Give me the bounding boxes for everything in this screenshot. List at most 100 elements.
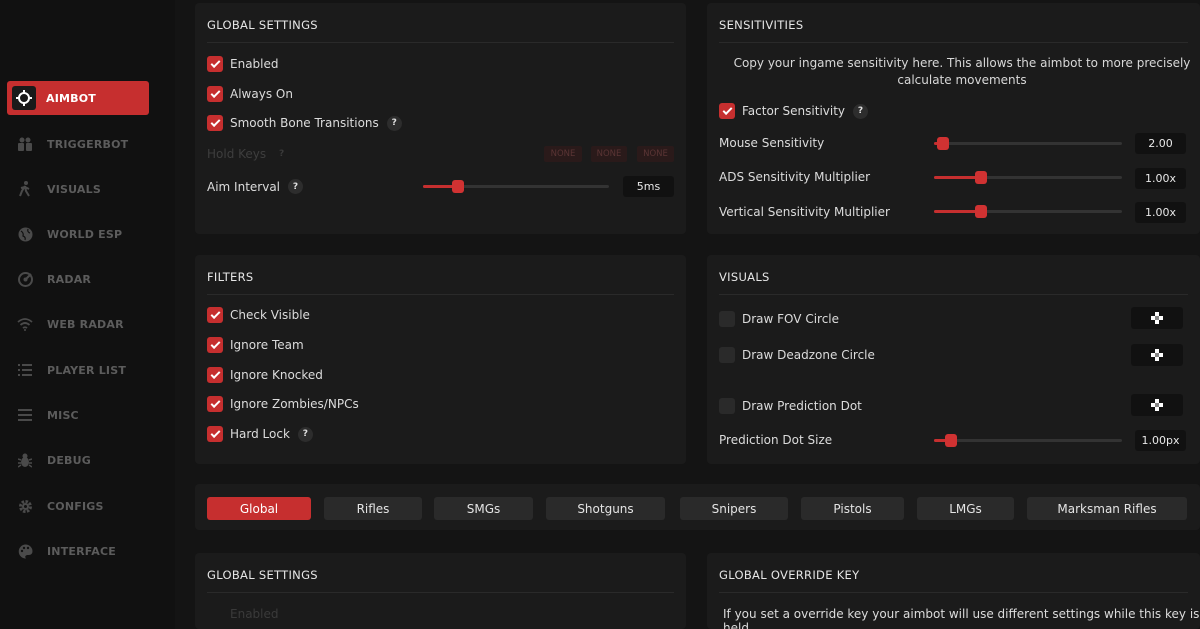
draw-prediction-checkbox[interactable] (719, 398, 735, 414)
factor-sensitivity-checkbox[interactable] (719, 103, 735, 119)
aim-interval-slider[interactable] (423, 180, 609, 193)
draw-deadzone-checkbox[interactable] (719, 347, 735, 363)
radar-icon (15, 269, 35, 289)
sidebar-item-misc[interactable]: MISC (7, 398, 149, 432)
filter-label: Ignore Team (230, 338, 304, 352)
smooth-bone-label: Smooth Bone Transitions (230, 116, 379, 130)
sidebar-item-label: INTERFACE (47, 544, 116, 558)
ignore-team-checkbox[interactable] (207, 337, 223, 353)
slider-knob[interactable] (975, 205, 987, 218)
sidebar-item-world-esp[interactable]: WORLD ESP (7, 217, 149, 251)
list-icon (15, 360, 35, 380)
override-key-panel: GLOBAL OVERRIDE KEY If you set a overrid… (707, 553, 1200, 629)
sidebar-item-configs[interactable]: CONFIGS (7, 489, 149, 523)
tab-smgs[interactable]: SMGs (434, 497, 533, 520)
prediction-color-button[interactable] (1131, 394, 1183, 416)
help-icon[interactable]: ? (386, 115, 402, 131)
crosshair-icon (12, 86, 36, 110)
ads-sensitivity-label: ADS Sensitivity Multiplier (719, 170, 871, 184)
slider-knob[interactable] (945, 434, 957, 447)
slider-knob[interactable] (937, 137, 949, 150)
checkmark-icon (210, 338, 220, 349)
dot-size-slider[interactable] (934, 434, 1122, 447)
slider-fill (934, 210, 981, 213)
sidebar-item-label: VISUALS (47, 182, 101, 196)
override-description: If you set a override key your aimbot wi… (723, 607, 1200, 629)
ads-sensitivity-value[interactable]: 1.00x (1135, 168, 1186, 189)
checkmark-icon (210, 87, 220, 98)
always-on-label: Always On (230, 87, 293, 101)
vertical-sensitivity-slider[interactable] (934, 205, 1122, 218)
weapon-tabs: Global Rifles SMGs Shotguns Snipers Pist… (195, 484, 1200, 530)
global-settings-panel: GLOBAL SETTINGS Enabled Always On Smooth… (195, 3, 686, 234)
aim-interval-value[interactable]: 5ms (623, 176, 674, 197)
mouse-sensitivity-slider[interactable] (934, 137, 1122, 150)
hold-key-2[interactable]: NONE (591, 146, 627, 162)
fov-color-button[interactable] (1131, 307, 1183, 329)
sidebar-item-label: PLAYER LIST (47, 363, 127, 377)
sidebar-item-radar[interactable]: RADAR (7, 262, 149, 296)
help-icon[interactable]: ? (297, 426, 313, 442)
draw-fov-row: Draw FOV Circle (719, 311, 839, 327)
tab-shotguns[interactable]: Shotguns (546, 497, 665, 520)
tab-global[interactable]: Global (207, 497, 311, 520)
wifi-icon (15, 314, 35, 334)
tab-marksman-rifles[interactable]: Marksman Rifles (1027, 497, 1187, 520)
ignore-knocked-checkbox[interactable] (207, 367, 223, 383)
checkmark-icon (210, 308, 220, 319)
deadzone-color-button[interactable] (1131, 344, 1183, 366)
weapon-global-settings-panel: GLOBAL SETTINGS Enabled (195, 553, 686, 629)
checkmark-icon (210, 57, 220, 68)
help-icon: ? (279, 148, 285, 159)
filter-label: Check Visible (230, 308, 310, 322)
smooth-bone-checkbox[interactable] (207, 115, 223, 131)
divider (719, 592, 1188, 593)
hard-lock-checkbox[interactable] (207, 426, 223, 442)
filters-panel: FILTERS Check Visible Ignore Team Ignore… (195, 255, 686, 464)
check-visible-checkbox[interactable] (207, 307, 223, 323)
mouse-sensitivity-value[interactable]: 2.00 (1135, 133, 1186, 154)
tab-pistols[interactable]: Pistols (801, 497, 904, 520)
walking-person-icon (15, 179, 35, 199)
sidebar-item-visuals[interactable]: VISUALS (7, 172, 149, 206)
sidebar-item-debug[interactable]: DEBUG (7, 443, 149, 477)
factor-sensitivity-label: Factor Sensitivity (742, 104, 846, 118)
group-icon (15, 134, 35, 154)
draw-deadzone-label: Draw Deadzone Circle (742, 348, 875, 362)
ads-sensitivity-slider[interactable] (934, 171, 1122, 184)
tab-rifles[interactable]: Rifles (324, 497, 422, 520)
draw-fov-checkbox[interactable] (719, 311, 735, 327)
tab-lmgs[interactable]: LMGs (917, 497, 1014, 520)
sensitivity-description: Copy your ingame sensitivity here. This … (733, 56, 1191, 87)
always-on-checkbox[interactable] (207, 86, 223, 102)
sidebar-item-label: TRIGGERBOT (47, 137, 129, 151)
hold-key-3[interactable]: NONE (637, 146, 674, 162)
draw-fov-label: Draw FOV Circle (742, 312, 840, 326)
tab-snipers[interactable]: Snipers (680, 497, 788, 520)
palette-icon (15, 541, 35, 561)
dot-size-value[interactable]: 1.00px (1135, 430, 1186, 451)
checkmark-icon (210, 116, 220, 127)
slider-knob[interactable] (975, 171, 987, 184)
sidebar-item-aimbot[interactable]: AIMBOT (7, 81, 149, 115)
visuals-panel: VISUALS Draw FOV Circle Draw Deadzone Ci… (707, 255, 1200, 464)
sidebar-item-interface[interactable]: INTERFACE (7, 534, 149, 568)
sidebar-item-label: RADAR (47, 272, 92, 286)
always-on-row: Always On (207, 86, 293, 102)
gear-icon (15, 496, 35, 516)
sidebar-item-web-radar[interactable]: WEB RADAR (7, 307, 149, 341)
slider-knob[interactable] (452, 180, 464, 193)
help-icon[interactable]: ? (853, 103, 869, 119)
enabled-checkbox[interactable] (207, 56, 223, 72)
sidebar-item-triggerbot[interactable]: TRIGGERBOT (7, 127, 149, 161)
vertical-sensitivity-value[interactable]: 1.00x (1135, 202, 1186, 223)
ignore-zombies-checkbox[interactable] (207, 396, 223, 412)
vertical-sensitivity-label: Vertical Sensitivity Multiplier (719, 205, 890, 219)
hold-key-1[interactable]: NONE (544, 146, 582, 162)
help-icon[interactable]: ? (288, 179, 304, 194)
checker-icon (1151, 399, 1163, 411)
sidebar-item-player-list[interactable]: PLAYER LIST (7, 353, 149, 387)
bug-icon (15, 450, 35, 470)
globe-icon (15, 224, 35, 244)
panel-title: VISUALS (719, 270, 770, 284)
